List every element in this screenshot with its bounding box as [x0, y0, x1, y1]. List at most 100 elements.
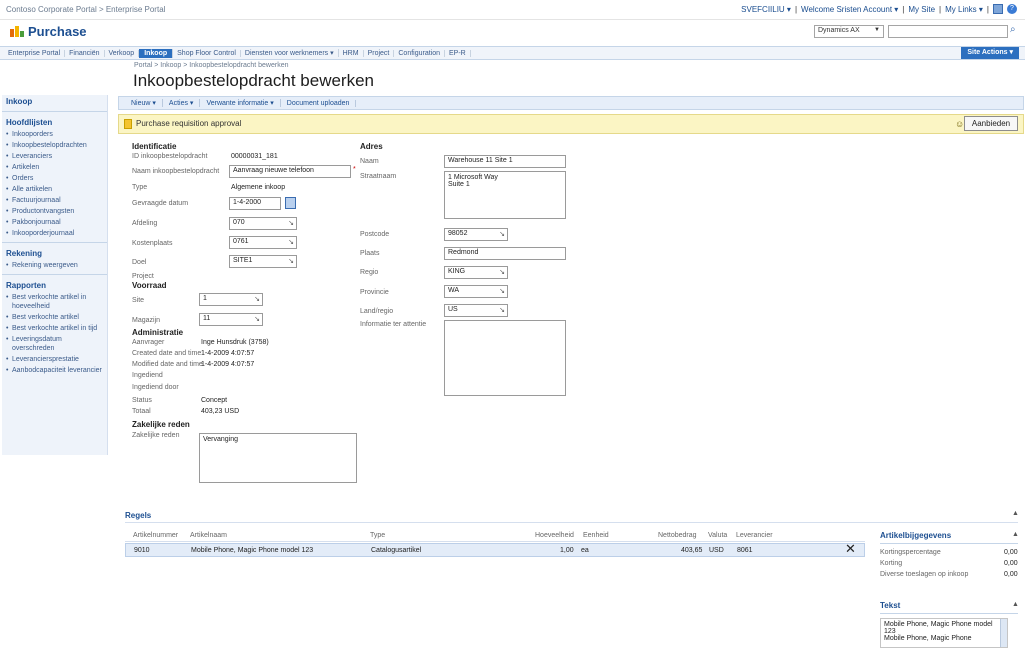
warehouse-input[interactable]: 11 ↘ — [199, 313, 263, 326]
site-title[interactable]: Purchase — [28, 24, 87, 39]
lookup-icon[interactable]: ↘ — [254, 295, 260, 303]
country-input[interactable]: US ↘ — [444, 304, 508, 317]
collapse-icon[interactable]: ▲ — [1012, 531, 1019, 538]
col-vendor[interactable]: Leverancier — [736, 532, 773, 539]
delete-line-icon[interactable]: ✕ — [845, 541, 856, 557]
city-input[interactable]: Redmond — [444, 247, 566, 260]
requisition-name-input[interactable]: Aanvraag nieuwe telefoon — [229, 165, 351, 178]
sidebar-item-report-6[interactable]: Aanbodcapaciteit leverancier — [2, 365, 107, 376]
lookup-icon[interactable]: ↘ — [288, 238, 294, 246]
my-site-link[interactable]: My Site — [908, 5, 935, 14]
site-input[interactable]: 1 ↘ — [199, 293, 263, 306]
state-input[interactable]: WA ↘ — [444, 285, 508, 298]
scrollbar[interactable] — [1000, 619, 1007, 647]
submit-button[interactable]: Aanbieden — [964, 116, 1018, 131]
lookup-icon[interactable]: ↘ — [499, 268, 505, 276]
divider — [880, 543, 1018, 544]
section-rapporten[interactable]: Rapporten — [2, 279, 107, 292]
sidebar-item-inkoopbestelopdrachten[interactable]: Inkoopbestelopdrachten — [2, 140, 107, 151]
actions-menu[interactable]: Acties ▾ — [163, 99, 201, 107]
collapse-icon[interactable]: ▲ — [1012, 601, 1019, 608]
search-icon[interactable]: ⌕ — [1010, 24, 1016, 35]
welcome-menu-link[interactable]: Welcome Sristen Account ▾ — [801, 5, 898, 14]
lookup-icon[interactable]: ↘ — [499, 230, 505, 238]
nav-project[interactable]: Project — [364, 49, 395, 57]
section-rekening[interactable]: Rekening — [2, 247, 107, 260]
nav-diensten[interactable]: Diensten voor werknemers ▾ — [241, 49, 339, 57]
zip-input[interactable]: 98052 ↘ — [444, 228, 508, 241]
sidebar-item-alle-artikelen[interactable]: Alle artikelen — [2, 184, 107, 195]
cell-net-amount: 403,65 — [681, 547, 703, 554]
portal-breadcrumb[interactable]: Contoso Corporate Portal > Enterprise Po… — [6, 5, 165, 14]
sidebar-item-report-4[interactable]: Leveringsdatum overschreden — [2, 334, 107, 354]
purpose-input[interactable]: SITE1 ↘ — [229, 255, 297, 268]
sidebar-item-inkooporderjournaal[interactable]: Inkooporderjournaal — [2, 228, 107, 239]
col-item-name[interactable]: Artikelnaam — [190, 532, 227, 539]
nav-verkoop[interactable]: Verkoop — [105, 49, 140, 57]
nav-financien[interactable]: Financiën — [65, 49, 105, 57]
col-currency[interactable]: Valuta — [708, 532, 727, 539]
lookup-icon[interactable]: ↘ — [499, 306, 505, 314]
delivery-textarea[interactable] — [444, 320, 566, 396]
collapse-icon[interactable]: ▲ — [1012, 510, 1019, 517]
related-info-menu[interactable]: Verwante informatie ▾ — [200, 99, 281, 107]
sidebar-item-report-3[interactable]: Best verkochte artikel in tijd — [2, 323, 107, 334]
sidebar-item-pakbonjournaal[interactable]: Pakbonjournaal — [2, 217, 107, 228]
purpose-label: Doel — [132, 259, 147, 266]
page-breadcrumb[interactable]: Portal > Inkoop > Inkoopbestelopdracht b… — [134, 62, 289, 69]
search-scope-select[interactable]: Dynamics AX ▼ — [814, 25, 884, 38]
sidebar-item-inkooporders[interactable]: Inkooporders — [2, 129, 107, 140]
lookup-icon[interactable]: ↘ — [499, 287, 505, 295]
sidebar-item-leveranciers[interactable]: Leveranciers — [2, 151, 107, 162]
col-item-number[interactable]: Artikelnummer — [133, 532, 178, 539]
section-hoofdlijsten[interactable]: Hoofdlijsten — [2, 116, 107, 129]
cell-item-name: Mobile Phone, Magic Phone model 123 — [191, 547, 314, 554]
calendar-icon[interactable] — [285, 197, 296, 209]
line-text-area[interactable]: Mobile Phone, Magic Phone model 123 Mobi… — [880, 618, 1008, 648]
quick-launch-heading[interactable]: Inkoop — [2, 95, 107, 108]
col-net-amount[interactable]: Nettobedrag — [658, 532, 697, 539]
table-row[interactable]: 9010 Mobile Phone, Magic Phone model 123… — [125, 543, 865, 557]
cost-center-input[interactable]: 0761 ↘ — [229, 236, 297, 249]
nav-configuration[interactable]: Configuration — [394, 49, 446, 57]
nav-ep-r[interactable]: EP-R — [445, 49, 471, 57]
created-value: 1-4-2009 4:07:57 — [201, 350, 255, 357]
address-name-input[interactable]: Warehouse 11 Site 1 — [444, 155, 566, 168]
lookup-icon[interactable]: ↘ — [288, 219, 294, 227]
sidebar-item-report-2[interactable]: Best verkochte artikel — [2, 312, 107, 323]
search-input[interactable] — [888, 25, 1008, 38]
street-textarea[interactable]: 1 Microsoft Way Suite 1 — [444, 171, 566, 219]
nav-enterprise-portal[interactable]: Enterprise Portal — [4, 49, 66, 57]
user-menu-link[interactable]: SVEFCIILIU ▾ — [741, 5, 791, 14]
justification-textarea[interactable]: Vervanging — [199, 433, 357, 483]
approver-icon[interactable]: ☺ — [955, 119, 964, 129]
region-input[interactable]: KING ↘ — [444, 266, 508, 279]
sidebar-item-orders[interactable]: Orders — [2, 173, 107, 184]
site-actions-button[interactable]: Site Actions ▾ — [961, 47, 1019, 59]
sidebar-item-report-1[interactable]: Best verkochte artikel in hoeveelheid — [2, 292, 107, 312]
nav-hrm[interactable]: HRM — [339, 49, 364, 57]
lookup-icon[interactable]: ↘ — [254, 315, 260, 323]
col-type[interactable]: Type — [370, 532, 385, 539]
new-menu[interactable]: Nieuw ▾ — [125, 99, 163, 107]
site-label: Site — [132, 297, 145, 304]
sidebar-item-productontvangsten[interactable]: Productontvangsten — [2, 206, 107, 217]
requested-date-input[interactable]: 1-4-2000 — [229, 197, 281, 210]
nav-shop-floor-control[interactable]: Shop Floor Control — [173, 49, 241, 57]
help-icon[interactable]: ? — [1007, 4, 1017, 14]
department-input[interactable]: 070 ↘ — [229, 217, 297, 230]
sidebar-item-report-5[interactable]: Leveranciersprestatie — [2, 354, 107, 365]
nav-inkoop[interactable]: Inkoop — [139, 48, 174, 58]
upload-document-button[interactable]: Document uploaden — [281, 99, 357, 107]
settings-icon[interactable] — [993, 4, 1003, 14]
workflow-bar — [118, 114, 1024, 134]
col-quantity[interactable]: Hoeveelheid — [535, 532, 574, 539]
lookup-icon[interactable]: ↘ — [288, 257, 294, 265]
my-links-link[interactable]: My Links ▾ — [945, 5, 983, 14]
sidebar-item-artikelen[interactable]: Artikelen — [2, 162, 107, 173]
workflow-icon — [124, 119, 132, 129]
sidebar-item-rekening-weergeven[interactable]: Rekening weergeven — [2, 260, 107, 271]
status-label: Status — [132, 397, 152, 404]
sidebar-item-factuurjournaal[interactable]: Factuurjournaal — [2, 195, 107, 206]
col-unit[interactable]: Eenheid — [583, 532, 609, 539]
